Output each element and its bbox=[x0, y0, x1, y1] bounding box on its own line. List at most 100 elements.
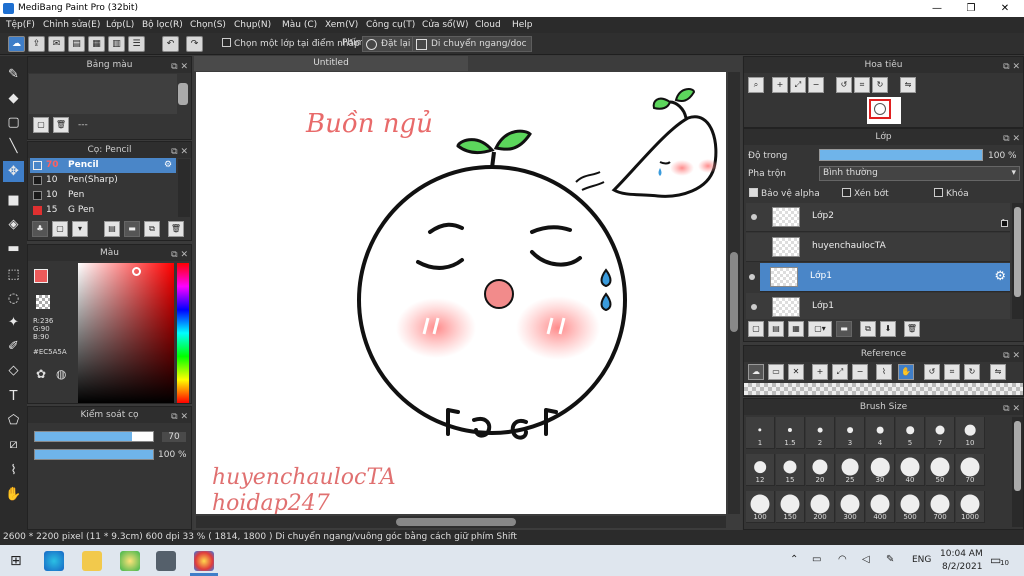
grid-icon[interactable]: ▥ bbox=[108, 36, 125, 52]
windows-start-icon[interactable]: ⊞ bbox=[10, 553, 22, 569]
chevron-up-icon[interactable]: ⌃ bbox=[790, 554, 798, 565]
brush-size-cell[interactable]: 40 bbox=[896, 454, 925, 486]
add-brush-icon[interactable]: ♣ bbox=[32, 221, 48, 237]
rotate-right-icon[interactable]: ↻ bbox=[872, 77, 888, 93]
pen-icon[interactable]: ✎ bbox=[886, 554, 894, 565]
menu-filter[interactable]: Bộ lọc(R) bbox=[142, 20, 183, 30]
list-icon[interactable]: ☰ bbox=[128, 36, 145, 52]
undo-icon[interactable]: ↶ bbox=[162, 36, 179, 52]
clipping-option[interactable]: Xén bớt bbox=[842, 188, 889, 199]
brush-size-cell[interactable]: 4 bbox=[866, 417, 895, 449]
camera-icon[interactable] bbox=[156, 551, 176, 571]
brush-size-cell[interactable]: 70 bbox=[956, 454, 985, 486]
brush-size-scroll-thumb[interactable] bbox=[1014, 421, 1021, 491]
edge-browser-icon[interactable] bbox=[44, 551, 64, 571]
menu-color[interactable]: Màu (C) bbox=[282, 20, 317, 30]
zoom-tool-icon[interactable]: ⌕ bbox=[748, 77, 764, 93]
rectangle-tool-icon[interactable]: ▢ bbox=[3, 112, 24, 133]
panel-window-icons[interactable]: ⧉ ✕ bbox=[171, 409, 188, 425]
hand-icon[interactable]: ✋ bbox=[898, 364, 914, 380]
flip-icon[interactable]: ⇋ bbox=[990, 364, 1006, 380]
folder-icon[interactable]: ▬ bbox=[124, 221, 140, 237]
menu-layer[interactable]: Lớp(L) bbox=[106, 20, 134, 30]
clipping-checkbox[interactable] bbox=[842, 188, 851, 197]
eye-icon[interactable] bbox=[751, 214, 757, 220]
eraser-tool-icon[interactable]: ◆ bbox=[3, 88, 24, 109]
divide-tool-icon[interactable]: ⧄ bbox=[3, 434, 24, 455]
layer-row-selected[interactable]: Lớp1 ⚙ bbox=[749, 263, 1010, 292]
cloud-icon[interactable]: ☁ bbox=[748, 364, 764, 380]
flip-icon[interactable]: ⇋ bbox=[900, 77, 916, 93]
protect-alpha-checkbox[interactable] bbox=[749, 188, 758, 197]
rotate-left-icon[interactable]: ↺ bbox=[836, 77, 852, 93]
move-tool-icon[interactable]: ✥ bbox=[3, 161, 24, 182]
brush-size-cell[interactable]: 25 bbox=[836, 454, 865, 486]
panel-window-icons[interactable]: ⧉ ✕ bbox=[171, 247, 188, 263]
brush-size-scrollbar[interactable] bbox=[1012, 417, 1023, 527]
brush-size-cell[interactable]: 5 bbox=[896, 417, 925, 449]
close-reference-icon[interactable]: ✕ bbox=[788, 364, 804, 380]
brush-size-cell[interactable]: 15 bbox=[776, 454, 805, 486]
clock-time[interactable]: 10:04 AM bbox=[940, 549, 983, 559]
brush-item-g-pen[interactable]: 15 G Pen bbox=[30, 203, 176, 218]
layer-menu-icon[interactable]: ▢▾ bbox=[808, 321, 832, 337]
blend-mode-select[interactable]: Bình thường ▾ bbox=[819, 166, 1020, 181]
merge-layer-icon[interactable]: ⬇ bbox=[880, 321, 896, 337]
restore-button[interactable]: ❐ bbox=[954, 0, 988, 17]
comment-icon[interactable]: ✉ bbox=[48, 36, 65, 52]
brush-size-cell[interactable]: 50 bbox=[926, 454, 955, 486]
chrome-browser-icon[interactable] bbox=[194, 551, 214, 571]
palette-icon[interactable]: ✿ bbox=[36, 367, 46, 381]
gradient-tool-icon[interactable]: ▬ bbox=[3, 238, 24, 259]
menu-edit[interactable]: Chỉnh sửa(E) bbox=[43, 20, 100, 30]
volume-icon[interactable]: ◁ bbox=[862, 554, 870, 565]
panel-window-icons[interactable]: ⧉ ✕ bbox=[1003, 59, 1020, 75]
panel-window-icons[interactable]: ⧉ ✕ bbox=[171, 59, 188, 75]
layer-row[interactable]: Lớp21 bbox=[746, 203, 1010, 232]
document-icon[interactable]: ▦ bbox=[88, 36, 105, 52]
layer-row[interactable]: huyenchaulocTA bbox=[746, 233, 1010, 262]
menu-view[interactable]: Xem(V) bbox=[325, 20, 358, 30]
file-explorer-icon[interactable] bbox=[82, 551, 102, 571]
reset-view-icon[interactable]: ⌗ bbox=[944, 364, 960, 380]
gear-icon[interactable]: ⚙ bbox=[994, 269, 1006, 284]
brush-menu-icon[interactable]: ▾ bbox=[72, 221, 88, 237]
folder-icon[interactable]: ▬ bbox=[836, 321, 852, 337]
brush-item-pen[interactable]: 10 Pen bbox=[30, 188, 176, 203]
zoom-in-icon[interactable]: + bbox=[812, 364, 828, 380]
eyedropper-icon[interactable]: ⌇ bbox=[876, 364, 892, 380]
brush-size-cell[interactable]: 2 bbox=[806, 417, 835, 449]
delete-brush-icon[interactable]: 🗑 bbox=[168, 221, 184, 237]
app-icon-green[interactable] bbox=[120, 551, 140, 571]
layer-scrollbar[interactable] bbox=[1012, 203, 1023, 319]
eye-icon[interactable] bbox=[749, 274, 755, 280]
brush-size-cell[interactable]: 10 bbox=[956, 417, 985, 449]
move-straight-button[interactable]: Di chuyển ngang/doc bbox=[412, 36, 532, 52]
document-tab[interactable]: Untitled bbox=[194, 56, 468, 71]
panel-window-icons[interactable]: ⧉ ✕ bbox=[1003, 131, 1020, 147]
horizontal-scroll-thumb[interactable] bbox=[396, 518, 516, 526]
palette-scroll-thumb[interactable] bbox=[178, 83, 188, 105]
redo-icon[interactable]: ↷ bbox=[186, 36, 203, 52]
foreground-color-swatch[interactable] bbox=[34, 269, 48, 283]
lock-checkbox[interactable] bbox=[934, 188, 943, 197]
size-slider[interactable] bbox=[34, 431, 154, 442]
reset-view-icon[interactable]: ⌗ bbox=[854, 77, 870, 93]
canvas-vertical-scrollbar[interactable] bbox=[728, 72, 740, 514]
magic-wand-icon[interactable]: ✦ bbox=[3, 312, 24, 333]
select-eraser-icon[interactable]: ◇ bbox=[3, 360, 24, 381]
size-value[interactable]: 70 bbox=[162, 432, 186, 442]
chat-icon[interactable]: ▤ bbox=[68, 36, 85, 52]
brush-size-cell[interactable]: 200 bbox=[806, 491, 835, 523]
brush-size-cell[interactable]: 700 bbox=[926, 491, 955, 523]
color-saturation-picker[interactable] bbox=[78, 263, 174, 403]
menu-select[interactable]: Chọn(S) bbox=[190, 20, 226, 30]
select-pen-icon[interactable]: ✐ bbox=[3, 336, 24, 357]
zoom-in-icon[interactable]: + bbox=[772, 77, 788, 93]
brush-scrollbar[interactable] bbox=[178, 159, 190, 217]
brush-size-cell[interactable]: 30 bbox=[866, 454, 895, 486]
new-1bit-layer-icon[interactable]: ▦ bbox=[788, 321, 804, 337]
layer-scroll-thumb[interactable] bbox=[1014, 207, 1021, 297]
fit-icon[interactable]: ⤢ bbox=[832, 364, 848, 380]
new-palette-icon[interactable]: ▢ bbox=[33, 117, 49, 133]
